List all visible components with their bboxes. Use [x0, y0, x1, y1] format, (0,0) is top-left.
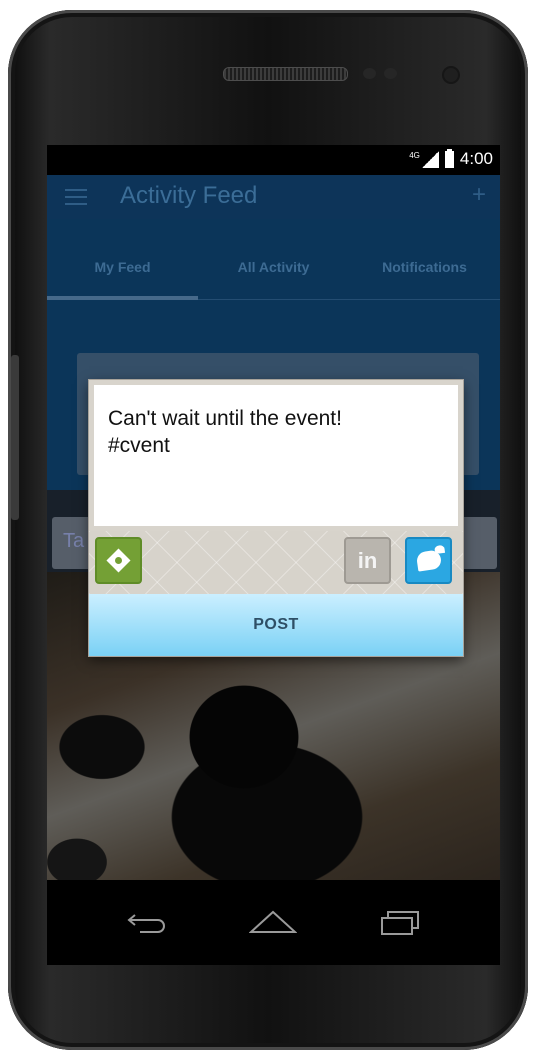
volume-button: [11, 355, 19, 520]
light-sensor: [384, 68, 397, 79]
home-icon[interactable]: [249, 902, 297, 942]
tab-notifications[interactable]: Notifications: [349, 235, 500, 300]
status-time: 4:00: [459, 149, 493, 168]
linkedin-icon[interactable]: in: [344, 537, 391, 584]
earpiece-speaker: [223, 67, 348, 81]
app-bar: Activity Feed +: [47, 175, 500, 219]
twitter-button[interactable]: [405, 537, 452, 584]
post-button[interactable]: POST: [89, 594, 463, 656]
android-nav-bar: [47, 880, 500, 965]
twitter-bird-icon: [415, 549, 442, 572]
page-title: Activity Feed: [120, 182, 258, 209]
battery-icon: [444, 148, 454, 168]
feed-tabs: My Feed All Activity Notifications: [47, 235, 500, 300]
compass-location-icon: [106, 548, 131, 573]
post-text-input[interactable]: Can't wait until the event! #cvent: [94, 385, 458, 526]
network-type: 4G: [409, 150, 420, 160]
back-icon[interactable]: [123, 902, 171, 942]
plus-icon[interactable]: +: [472, 181, 486, 209]
front-camera: [444, 68, 458, 82]
location-button[interactable]: [95, 537, 142, 584]
hamburger-icon[interactable]: [65, 189, 87, 205]
tab-all-activity[interactable]: All Activity: [198, 235, 349, 300]
tags-field-text: Ta: [63, 530, 85, 552]
phone-screen: 4G 4:00 Activity Feed + My Feed All Acti…: [47, 145, 500, 880]
status-bar: 4G 4:00: [47, 145, 500, 175]
tab-my-feed[interactable]: My Feed: [47, 235, 198, 300]
share-options-row: in: [89, 531, 463, 594]
recent-apps-icon[interactable]: [377, 902, 425, 942]
signal-icon: [421, 150, 439, 168]
post-dialog: Can't wait until the event! #cvent in PO…: [89, 380, 463, 656]
proximity-sensor: [363, 68, 376, 79]
